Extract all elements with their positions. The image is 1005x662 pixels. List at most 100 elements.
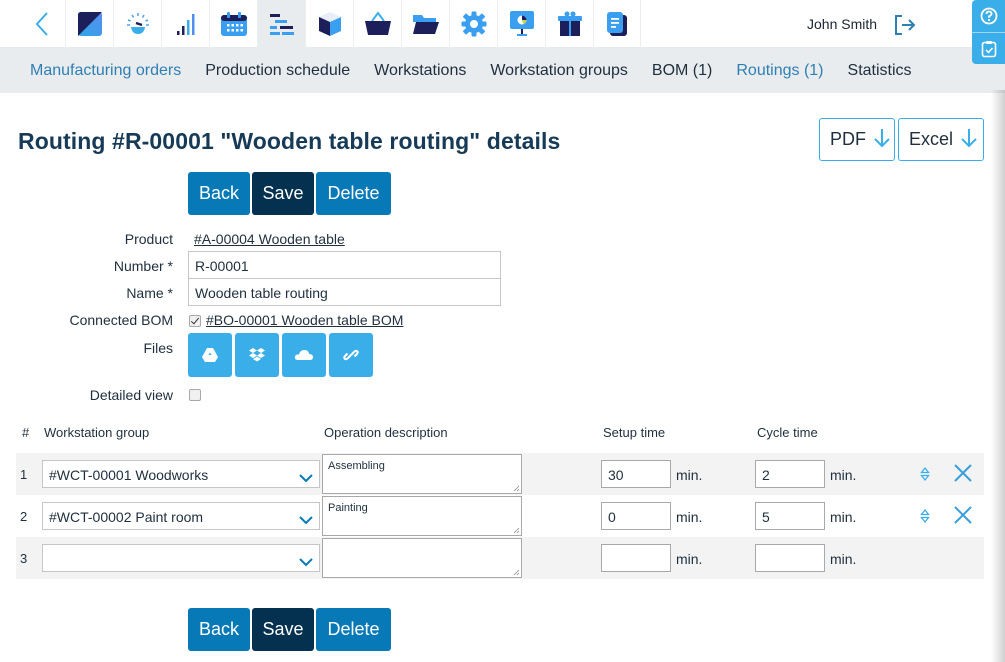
setup-time-unit: min. <box>676 551 703 567</box>
app-switcher <box>65 0 641 48</box>
setup-time-unit: min. <box>676 509 703 525</box>
connected-bom-label: Connected BOM <box>69 312 174 328</box>
export-pdf-button[interactable]: PDF <box>819 118 895 161</box>
files-label: Files <box>143 340 173 356</box>
name-label: Name * <box>126 285 173 301</box>
table-row: 2 #WCT-00002 Paint room Painting 0 min. … <box>16 495 984 537</box>
name-input[interactable]: Wooden table routing <box>188 278 501 306</box>
number-input[interactable]: R-00001 <box>188 251 501 279</box>
help-icon[interactable] <box>972 0 1005 32</box>
workstation-group-select[interactable]: #WCT-00001 Woodworks <box>42 460 320 488</box>
chevron-down-icon <box>299 554 313 570</box>
basket-app-icon[interactable] <box>353 0 401 48</box>
save-button[interactable]: Save <box>252 608 314 651</box>
gift-app-icon[interactable] <box>545 0 593 48</box>
cycle-time-input[interactable]: 2 <box>755 460 825 488</box>
remove-row-icon[interactable] <box>953 505 973 525</box>
connected-bom-checkbox[interactable] <box>189 315 201 327</box>
gantt-app-icon[interactable] <box>257 0 305 48</box>
cube-app-icon[interactable] <box>305 0 353 48</box>
top-action-buttons: Back Save Delete <box>188 172 391 215</box>
chevron-down-icon <box>299 512 313 528</box>
onedrive-cloud-icon[interactable] <box>282 333 326 377</box>
export-excel-label: Excel <box>909 129 954 149</box>
row-number: 2 <box>20 509 28 524</box>
product-label: Product <box>124 231 173 247</box>
clipboard-check-icon[interactable] <box>972 32 1005 64</box>
file-buttons <box>188 333 373 377</box>
workstation-group-select[interactable] <box>42 544 320 572</box>
resize-grip-icon[interactable] <box>512 484 520 492</box>
back-button[interactable]: Back <box>188 608 250 651</box>
col-header-num: # <box>22 425 30 440</box>
resize-grip-icon[interactable] <box>512 568 520 576</box>
subnav-routings[interactable]: Routings (1) <box>736 62 823 80</box>
row-number: 3 <box>20 551 28 566</box>
cycle-time-input[interactable] <box>755 544 825 572</box>
workstation-group-value: #WCT-00001 Woodworks <box>49 467 209 483</box>
setup-time-unit: min. <box>676 467 703 483</box>
google-drive-icon[interactable] <box>188 333 232 377</box>
setup-time-input[interactable]: 0 <box>601 502 671 530</box>
product-link[interactable]: #A-00004 Wooden table <box>194 231 345 247</box>
cycle-time-input[interactable]: 5 <box>755 502 825 530</box>
delete-button[interactable]: Delete <box>316 172 391 215</box>
resize-grip-icon[interactable] <box>512 526 520 534</box>
col-header-workstation-group: Workstation group <box>44 425 150 440</box>
cycle-time-unit: min. <box>830 509 857 525</box>
save-button[interactable]: Save <box>252 172 314 215</box>
speedometer-app-icon[interactable] <box>113 0 161 48</box>
row-number: 1 <box>20 467 28 482</box>
bottom-action-buttons: Back Save Delete <box>188 608 391 651</box>
subnav-statistics[interactable]: Statistics <box>848 62 912 80</box>
user-name[interactable]: John Smith <box>807 16 877 32</box>
sort-handle-icon[interactable] <box>919 465 931 483</box>
number-label: Number * <box>113 258 173 274</box>
delete-button[interactable]: Delete <box>316 608 391 651</box>
presentation-app-icon[interactable] <box>497 0 545 48</box>
export-pdf-label: PDF <box>830 129 866 149</box>
floating-side-tabs <box>972 0 1005 64</box>
link-icon[interactable] <box>329 333 373 377</box>
setup-time-input[interactable]: 30 <box>601 460 671 488</box>
page-title: Routing #R-00001 "Wooden table routing" … <box>18 128 561 154</box>
dashboard-app-icon[interactable] <box>65 0 113 48</box>
module-subnav: Manufacturing orders Production schedule… <box>0 48 1005 93</box>
connected-bom-link[interactable]: #BO-00001 Wooden table BOM <box>206 312 403 328</box>
setup-time-input[interactable] <box>601 544 671 572</box>
calendar-app-icon[interactable] <box>209 0 257 48</box>
subnav-workstation-groups[interactable]: Workstation groups <box>490 62 628 80</box>
chevron-down-icon <box>299 470 313 486</box>
signal-bars-app-icon[interactable] <box>161 0 209 48</box>
operation-description-textarea[interactable] <box>322 538 522 578</box>
operation-description-textarea[interactable]: Painting <box>322 496 522 536</box>
operation-description-value: Painting <box>328 502 368 514</box>
cycle-time-unit: min. <box>830 551 857 567</box>
table-row: 3 min. min. <box>16 537 984 579</box>
export-excel-button[interactable]: Excel <box>898 118 984 161</box>
cycle-time-unit: min. <box>830 467 857 483</box>
subnav-bom[interactable]: BOM (1) <box>652 62 712 80</box>
remove-row-icon[interactable] <box>953 463 973 483</box>
back-button[interactable]: Back <box>188 172 250 215</box>
dropbox-icon[interactable] <box>235 333 279 377</box>
col-header-operation-description: Operation description <box>324 425 448 440</box>
top-app-bar: John Smith <box>0 0 1005 48</box>
subnav-workstations[interactable]: Workstations <box>374 62 466 80</box>
document-app-icon[interactable] <box>593 0 641 48</box>
detailed-view-checkbox[interactable] <box>189 389 201 401</box>
sort-handle-icon[interactable] <box>919 507 931 525</box>
workstation-group-select[interactable]: #WCT-00002 Paint room <box>42 502 320 530</box>
subnav-manufacturing-orders[interactable]: Manufacturing orders <box>30 62 181 80</box>
arrow-down-icon <box>874 128 890 152</box>
workstation-group-value: #WCT-00002 Paint room <box>49 509 204 525</box>
chevron-left-icon[interactable] <box>18 0 66 48</box>
logout-icon[interactable] <box>893 13 917 37</box>
arrow-down-icon <box>961 128 977 152</box>
operation-description-textarea[interactable]: Assembling <box>322 454 522 494</box>
gear-app-icon[interactable] <box>449 0 497 48</box>
col-header-setup-time: Setup time <box>603 425 666 440</box>
operation-description-value: Assembling <box>328 460 385 472</box>
subnav-production-schedule[interactable]: Production schedule <box>205 62 350 80</box>
folder-app-icon[interactable] <box>401 0 449 48</box>
